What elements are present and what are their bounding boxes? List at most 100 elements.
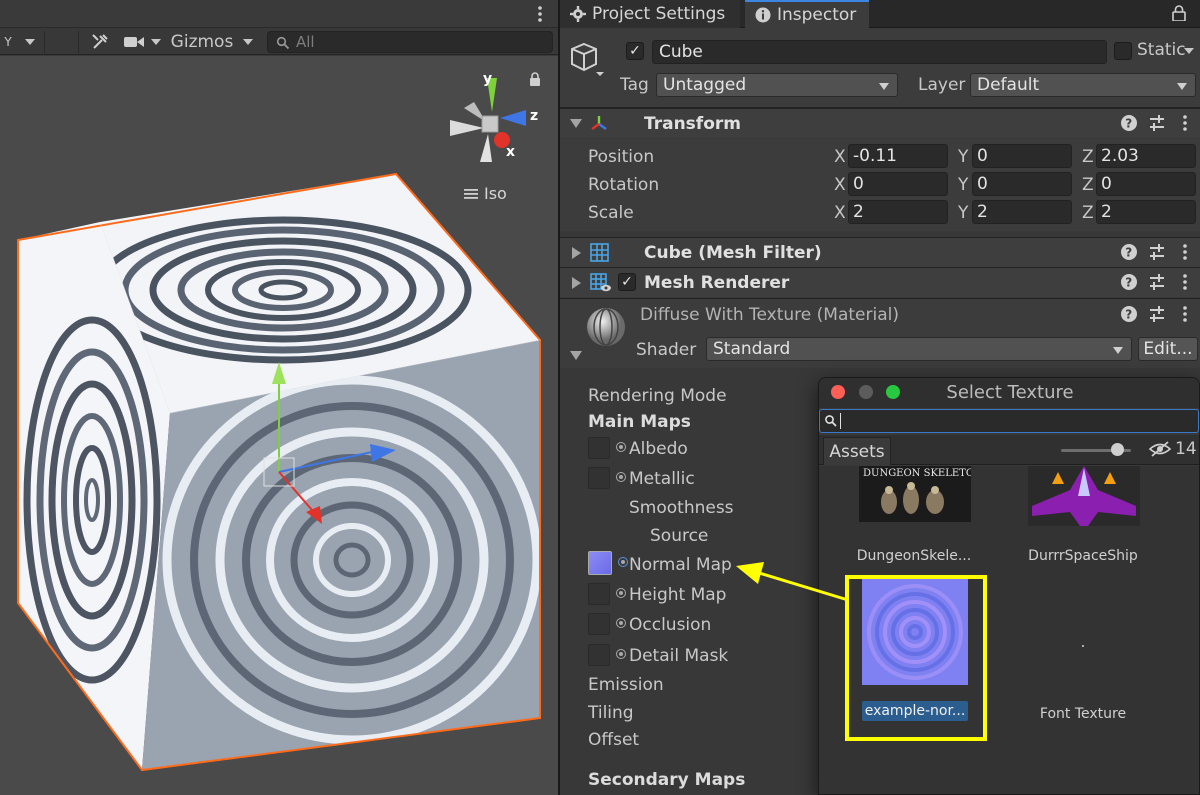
hidden-assets-toggle[interactable]: 14 xyxy=(1149,439,1197,459)
asset-durrr-spaceship[interactable]: DurrrSpaceShip xyxy=(1018,466,1148,566)
expand-toggle[interactable] xyxy=(572,277,581,289)
object-picker-icon[interactable] xyxy=(616,649,626,659)
selection-highlight-box xyxy=(845,575,987,741)
normal-map-texture-slot[interactable] xyxy=(588,551,612,575)
static-dropdown-arrow[interactable] xyxy=(1184,48,1194,54)
rotation-y-field[interactable]: 0 xyxy=(972,172,1072,196)
gear-icon xyxy=(570,6,586,22)
mesh-renderer-header[interactable]: ✓ Mesh Renderer ? xyxy=(560,267,1200,297)
object-picker-icon[interactable] xyxy=(616,472,626,482)
layer-dropdown[interactable]: Default xyxy=(970,73,1196,97)
tab-assets[interactable]: Assets xyxy=(823,437,891,465)
static-checkbox[interactable] xyxy=(1114,42,1132,60)
gizmos-button[interactable]: Gizmos xyxy=(170,30,234,54)
scene-view[interactable]: Y Gizmos All y z x Iso xyxy=(0,0,558,795)
mesh-renderer-enabled-checkbox[interactable]: ✓ xyxy=(618,273,636,291)
scale-z-field[interactable]: 2 xyxy=(1096,200,1196,224)
tag-dropdown[interactable]: Untagged xyxy=(656,73,898,97)
axis-z-label: Z xyxy=(1082,147,1094,167)
help-icon[interactable]: ? xyxy=(1120,114,1138,132)
kebab-menu-icon[interactable] xyxy=(1176,273,1194,291)
font-texture-thumbnail xyxy=(1082,645,1084,647)
asset-font-texture[interactable]: Font Texture xyxy=(1018,579,1148,722)
albedo-label: Albedo xyxy=(629,439,688,459)
scale-x-field[interactable]: 2 xyxy=(848,200,948,224)
position-y-field[interactable]: 0 xyxy=(972,144,1072,168)
draw-mode-dropdown[interactable] xyxy=(20,30,40,54)
object-picker-icon[interactable] xyxy=(616,442,626,452)
normal-map-label: Normal Map xyxy=(629,555,732,575)
object-name-field[interactable]: Cube xyxy=(652,40,1107,64)
scale-y-field[interactable]: 2 xyxy=(972,200,1072,224)
mesh-filter-header[interactable]: Cube (Mesh Filter) ? xyxy=(560,237,1200,267)
hidden-count-label: 14 xyxy=(1175,439,1197,459)
help-icon[interactable]: ? xyxy=(1120,305,1138,323)
kebab-menu-icon[interactable] xyxy=(1176,243,1194,261)
metallic-texture-slot[interactable] xyxy=(588,467,610,489)
preset-icon[interactable] xyxy=(1148,114,1166,132)
chevron-down-icon xyxy=(151,39,161,45)
eye-slash-icon xyxy=(1149,441,1171,457)
dungeon-skeletons-thumbnail: DUNGEON SKELETONS xyxy=(859,466,971,522)
neg-y-cone[interactable] xyxy=(480,134,492,162)
tab-inspector[interactable]: Inspector xyxy=(745,0,869,28)
smoothness-label: Smoothness xyxy=(629,498,734,518)
static-label: Static xyxy=(1137,40,1186,60)
neg-x-cone[interactable] xyxy=(450,120,484,136)
object-picker-icon[interactable] xyxy=(616,618,626,628)
asset-name: DungeonSkele... xyxy=(856,548,972,564)
object-picker-icon[interactable] xyxy=(618,557,628,567)
detail-mask-label: Detail Mask xyxy=(629,646,729,666)
detail-mask-texture-slot[interactable] xyxy=(588,644,610,666)
scene-search-input[interactable]: All xyxy=(267,31,553,53)
mesh-grid-icon xyxy=(590,243,609,262)
rotation-z-field[interactable]: 0 xyxy=(1096,172,1196,196)
preset-icon[interactable] xyxy=(1148,305,1166,323)
z-axis-cone[interactable] xyxy=(500,110,526,126)
asset-name: DurrrSpaceShip xyxy=(1028,548,1138,564)
help-icon[interactable]: ? xyxy=(1120,243,1138,261)
gizmo-center-cube[interactable] xyxy=(481,115,499,133)
lock-icon[interactable] xyxy=(528,72,542,86)
occlusion-texture-slot[interactable] xyxy=(588,613,610,635)
position-x-field[interactable]: -0.11 xyxy=(848,144,948,168)
material-preview-sphere[interactable] xyxy=(586,307,626,347)
transform-header[interactable]: Transform ? xyxy=(560,108,1200,138)
toolbar-divider xyxy=(78,31,79,53)
slider-handle[interactable] xyxy=(1111,443,1124,456)
object-picker-icon[interactable] xyxy=(616,588,626,598)
asset-dungeon-skeletons[interactable]: DUNGEON SKELETONS DungeonSkele... xyxy=(849,466,979,566)
expand-toggle[interactable] xyxy=(572,247,581,259)
camera-dropdown[interactable] xyxy=(148,30,164,54)
kebab-menu-icon[interactable] xyxy=(535,4,545,24)
active-checkbox[interactable]: ✓ xyxy=(626,42,644,60)
kebab-menu-icon[interactable] xyxy=(1176,305,1194,323)
help-icon[interactable]: ? xyxy=(1120,273,1138,291)
camera-icon[interactable] xyxy=(122,30,146,54)
cube-object[interactable] xyxy=(0,160,558,795)
main-maps-heading: Main Maps xyxy=(588,412,691,432)
window-titlebar[interactable]: Select Texture xyxy=(819,378,1199,408)
shader-dropdown[interactable]: Standard xyxy=(706,337,1132,361)
occlusion-label: Occlusion xyxy=(629,615,712,635)
material-collapse-toggle[interactable] xyxy=(570,351,582,360)
material-title: Diffuse With Texture (Material) xyxy=(640,305,899,325)
position-z-field[interactable]: 2.03 xyxy=(1096,144,1196,168)
height-map-texture-slot[interactable] xyxy=(588,583,610,605)
tools-icon[interactable] xyxy=(88,30,112,54)
gizmos-dropdown[interactable] xyxy=(238,30,258,54)
preset-icon[interactable] xyxy=(1148,243,1166,261)
collapse-toggle[interactable] xyxy=(570,119,582,128)
rotation-x-field[interactable]: 0 xyxy=(848,172,948,196)
preset-icon[interactable] xyxy=(1148,273,1166,291)
edit-shader-button[interactable]: Edit... xyxy=(1138,337,1198,361)
albedo-texture-slot[interactable] xyxy=(588,437,610,459)
texture-search-input[interactable] xyxy=(819,409,1199,433)
draw-mode-button[interactable]: Y xyxy=(0,30,16,54)
kebab-menu-icon[interactable] xyxy=(1176,114,1194,132)
svg-text:?: ? xyxy=(1125,276,1132,290)
tab-project-settings[interactable]: Project Settings xyxy=(560,0,740,28)
lock-icon[interactable] xyxy=(1172,5,1186,21)
axis-x-label: X xyxy=(834,175,846,195)
cube-icon[interactable] xyxy=(570,40,610,80)
